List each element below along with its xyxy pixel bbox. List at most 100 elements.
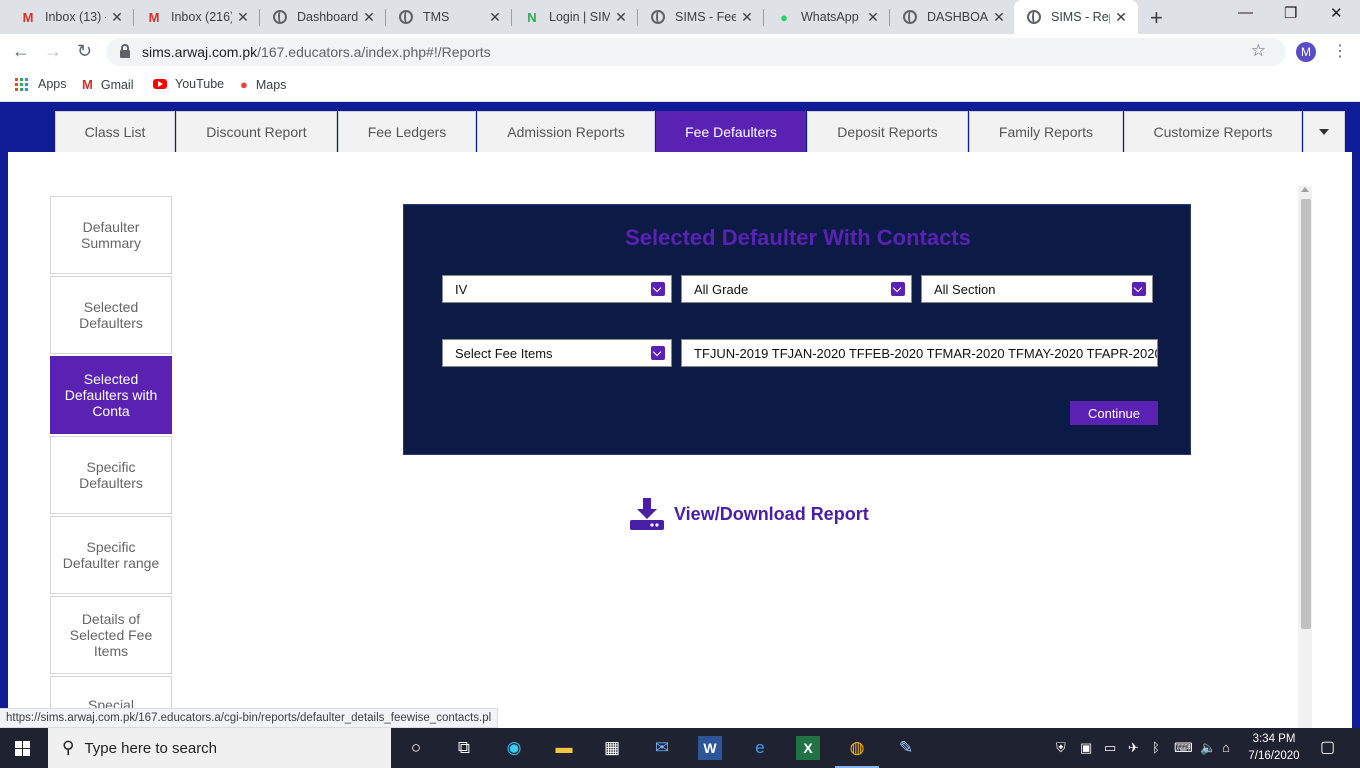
bookmark-label: Gmail — [100, 77, 134, 92]
address-bar[interactable]: sims.arwaj.com.pk/167.educators.a/index.… — [106, 38, 1286, 66]
close-icon[interactable]: ✕ — [988, 9, 1010, 26]
tray-input-icon[interactable]: ⌨ — [1174, 740, 1193, 756]
taskbar-clock[interactable]: 3:34 PM 7/16/2020 — [1244, 731, 1304, 765]
back-icon[interactable]: ← — [12, 41, 30, 62]
browser-toolbar: ← → ↻ sims.arwaj.com.pk/167.educators.a/… — [0, 34, 1360, 70]
continue-button[interactable]: Continue — [1070, 401, 1158, 425]
tab-customize-reports[interactable]: Customize Reports — [1124, 111, 1302, 152]
youtube-icon — [153, 79, 167, 89]
tab-family-reports[interactable]: Family Reports — [969, 111, 1123, 152]
bookmark-apps[interactable]: Apps — [15, 77, 67, 91]
notifications-icon[interactable]: ▢ — [1320, 737, 1335, 757]
forward-icon[interactable]: → — [44, 41, 62, 62]
section-select[interactable]: All Section — [921, 275, 1153, 303]
page-area: Class List Discount Report Fee Ledgers A… — [0, 102, 1360, 728]
sidebar-item-defaulter-summary[interactable]: Defaulter Summary — [50, 196, 172, 274]
tray-wifi-off-icon[interactable]: ✈ — [1128, 740, 1139, 756]
word-icon[interactable]: W — [698, 736, 722, 760]
sidebar-item-details-fee-items[interactable]: Details of Selected Fee Items — [50, 596, 172, 674]
taskbar-search[interactable]: ⚲ Type here to search — [48, 728, 391, 768]
chrome-icon[interactable]: ◍ — [845, 736, 869, 760]
paint-icon[interactable]: ✎ — [894, 736, 918, 760]
browser-tab[interactable]: DASHBOAR ✕ — [890, 0, 1016, 34]
language-icon[interactable]: ⌂ — [1222, 740, 1230, 755]
close-icon[interactable]: ✕ — [1110, 9, 1132, 26]
browser-tab[interactable]: M Inbox (216) ✕ — [134, 0, 260, 34]
close-icon[interactable]: ✕ — [736, 9, 758, 26]
globe-icon — [398, 9, 414, 25]
sidebar-item-selected-defaulters-contacts[interactable]: Selected Defaulters with Conta — [50, 356, 172, 434]
bookmark-youtube[interactable]: YouTube — [153, 77, 224, 91]
grade-select-value: All Grade — [694, 281, 749, 297]
edge-icon[interactable]: ◉ — [502, 736, 526, 760]
bookmark-maps[interactable]: ● Maps — [240, 77, 286, 92]
class-select[interactable]: IV — [442, 275, 672, 303]
browser-tab[interactable]: TMS ✕ — [386, 0, 512, 34]
close-icon[interactable]: ✕ — [106, 9, 128, 26]
bookmark-label: YouTube — [175, 77, 225, 91]
browser-tab[interactable]: M Inbox (13) - ✕ — [8, 0, 134, 34]
tray-display-icon[interactable]: ▭ — [1104, 740, 1116, 756]
tab-fee-defaulters[interactable]: Fee Defaulters — [656, 111, 806, 152]
whatsapp-icon: ● — [780, 9, 788, 25]
windows-start-icon[interactable] — [15, 741, 30, 756]
tab-admission-reports[interactable]: Admission Reports — [477, 111, 655, 152]
bookmarks-bar: Apps M Gmail YouTube ● Maps — [0, 70, 1360, 102]
nav-more-dropdown[interactable] — [1303, 111, 1345, 152]
report-sidebar: Defaulter Summary Selected Defaulters Se… — [50, 196, 172, 728]
browser-tab-active[interactable]: SIMS - Rep ✕ — [1014, 0, 1138, 34]
close-icon[interactable]: ✕ — [484, 9, 506, 26]
browser-tab[interactable]: Dashboard ✕ — [260, 0, 386, 34]
sidebar-item-specific-defaulters[interactable]: Specific Defaulters — [50, 436, 172, 514]
class-select-value: IV — [455, 281, 468, 297]
scroll-up-icon[interactable] — [1301, 187, 1309, 192]
cortana-icon[interactable]: ○ — [404, 736, 428, 760]
excel-icon[interactable]: X — [796, 736, 820, 760]
menu-kebab-icon[interactable]: ⋮ — [1332, 41, 1348, 61]
tray-network-icon[interactable]: ▣ — [1080, 740, 1092, 756]
browser-tab[interactable]: SIMS - Fee ✕ — [638, 0, 764, 34]
volume-icon[interactable]: 🔈 — [1200, 740, 1216, 756]
search-placeholder: Type here to search — [84, 739, 218, 757]
tab-fee-ledgers[interactable]: Fee Ledgers — [338, 111, 476, 152]
fee-items-select[interactable]: Select Fee Items — [442, 339, 672, 367]
tab-title: TMS — [423, 10, 450, 24]
close-icon[interactable]: ✕ — [610, 9, 632, 26]
windows-taskbar: ⚲ Type here to search ○ ⧉ ◉ ▬ ▦ ✉ W e X … — [0, 728, 1360, 768]
window-close-icon[interactable]: ✕ — [1330, 4, 1343, 22]
browser-tab[interactable]: N Login | SIM ✕ — [512, 0, 638, 34]
restore-icon[interactable]: ❐ — [1284, 4, 1297, 22]
close-icon[interactable]: ✕ — [862, 9, 884, 26]
profile-avatar[interactable]: M — [1296, 42, 1316, 62]
browser-tab[interactable]: ● WhatsApp ✕ — [764, 0, 890, 34]
apps-grid-icon — [15, 77, 28, 91]
bookmark-star-icon[interactable]: ☆ — [1251, 41, 1266, 61]
bluetooth-icon[interactable]: ᛒ — [1152, 740, 1160, 755]
content-area: Defaulter Summary Selected Defaulters Se… — [8, 152, 1352, 728]
sidebar-item-selected-defaulters[interactable]: Selected Defaulters — [50, 276, 172, 354]
bookmark-gmail[interactable]: M Gmail — [82, 77, 134, 92]
tab-class-list[interactable]: Class List — [55, 111, 175, 152]
grade-select[interactable]: All Grade — [681, 275, 912, 303]
internet-explorer-icon[interactable]: e — [748, 736, 772, 760]
close-icon[interactable]: ✕ — [358, 9, 380, 26]
tab-discount-report[interactable]: Discount Report — [176, 111, 337, 152]
store-icon[interactable]: ▦ — [600, 736, 624, 760]
mail-icon[interactable]: ✉ — [650, 736, 674, 760]
browser-tabstrip: M Inbox (13) - ✕ M Inbox (216) ✕ Dashboa… — [0, 0, 1360, 34]
url-host: sims.arwaj.com.pk — [142, 44, 258, 60]
reload-icon[interactable]: ↻ — [77, 41, 92, 62]
sidebar-item-specific-defaulter-range[interactable]: Specific Defaulter range — [50, 516, 172, 594]
tray-security-icon[interactable]: ⛨ — [1056, 740, 1066, 756]
view-download-report-link[interactable]: View/Download Report — [630, 498, 869, 530]
close-icon[interactable]: ✕ — [232, 9, 254, 26]
fee-items-select-value: Select Fee Items — [455, 345, 553, 361]
maps-pin-icon: ● — [240, 77, 248, 92]
tab-deposit-reports[interactable]: Deposit Reports — [807, 111, 968, 152]
minimize-icon[interactable]: — — [1238, 4, 1253, 21]
task-view-icon[interactable]: ⧉ — [452, 736, 476, 760]
scrollbar-thumb[interactable] — [1301, 199, 1311, 629]
new-tab-button[interactable]: + — [1150, 5, 1163, 31]
selected-fee-items-field[interactable]: TFJUN-2019 TFJAN-2020 TFFEB-2020 TFMAR-2… — [681, 339, 1158, 367]
file-explorer-icon[interactable]: ▬ — [552, 736, 576, 760]
